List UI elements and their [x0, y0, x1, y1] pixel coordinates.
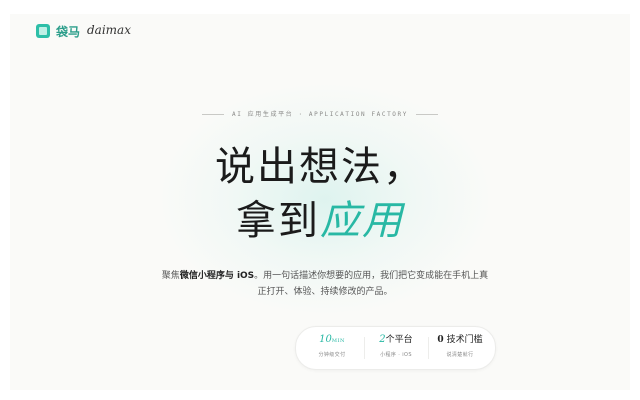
eyebrow-rule-right [415, 114, 438, 115]
brand-name-en[interactable]: daimax [87, 23, 131, 37]
top-bar: 袋马 daimax [10, 14, 630, 48]
eyebrow-rule-left [202, 114, 225, 115]
headline-line-1: 说出想法， [215, 144, 425, 190]
headline-line-2: 拿到应用 [10, 198, 630, 244]
stat-number: 10 [319, 334, 332, 345]
stat-text: 技术门槛 [446, 335, 483, 345]
stats-pill: 10MIN 分钟级交付 2个平台 小程序 · iOS 0 技术门槛 说清楚就行 [295, 326, 496, 370]
stat-unit: MIN [331, 338, 345, 344]
landing-page: 袋马 daimax AI 应用生成平台 · APPLICATION FACTOR… [10, 14, 630, 390]
headline-prefix: 拿到 [236, 198, 320, 244]
stat-caption: 说清楚就行 [446, 352, 474, 358]
brand-name-cn[interactable]: 袋马 [56, 23, 80, 40]
stat-text: 个平台 [385, 335, 413, 345]
stat-number: 0 [437, 335, 444, 345]
headline-accent: 应用 [320, 198, 408, 244]
hero-description: 聚焦微信小程序与 iOS。用一句话描述你想要的应用，我们把它变成能在手机上真正打… [160, 268, 490, 300]
desc-part-2: 。用一句话描述你想要的应用，我们把它变成能在手机上真正打开、体验、持续修改的产品… [254, 271, 489, 297]
desc-part-1: 聚焦 [161, 271, 180, 281]
stat-caption: 分钟级交付 [318, 352, 346, 358]
hero-eyebrow: AI 应用生成平台 · APPLICATION FACTORY [10, 109, 630, 118]
stat-platforms: 2个平台 小程序 · iOS [364, 333, 428, 358]
stat-delivery: 10MIN 分钟级交付 [300, 333, 364, 358]
stat-barrier: 0 技术门槛 说清楚就行 [428, 333, 492, 358]
brand-logo-icon[interactable] [36, 24, 50, 38]
desc-bold: 微信小程序与 iOS [179, 271, 255, 281]
stat-caption: 小程序 · iOS [380, 352, 412, 358]
eyebrow-text: AI 应用生成平台 · APPLICATION FACTORY [232, 111, 408, 118]
